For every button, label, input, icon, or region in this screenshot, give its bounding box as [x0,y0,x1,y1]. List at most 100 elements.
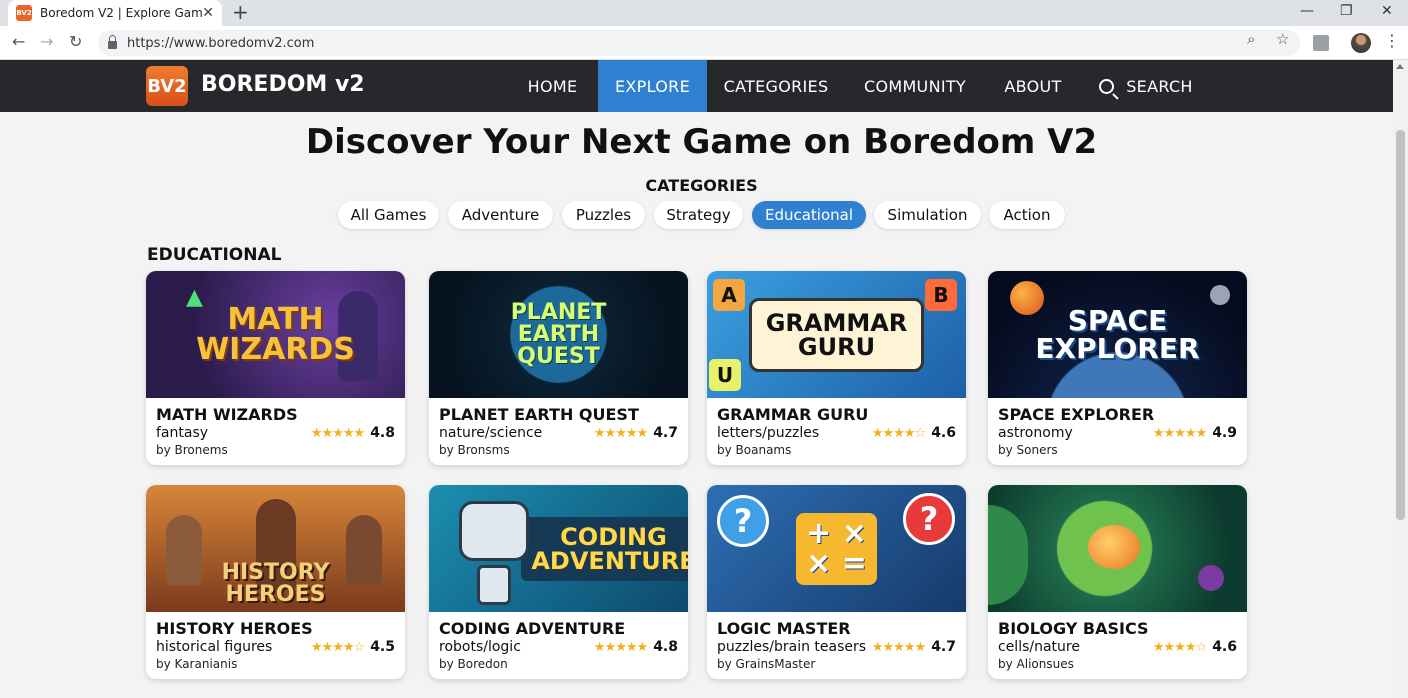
browser-tab[interactable]: BV2 Boredom V2 | Explore Games ✕ [8,0,222,26]
url-text: https://www.boredomv2.com [127,35,315,51]
robot-body-icon [477,565,511,605]
category-adventure[interactable]: Adventure [448,201,553,229]
game-author: by Boanams [717,443,792,457]
new-tab-icon[interactable]: + [232,2,249,22]
game-genre: fantasy [156,425,209,441]
letter-tile-b: B [925,279,957,311]
moon-icon [1210,285,1230,305]
close-tab-icon[interactable]: ✕ [202,5,214,21]
game-rating: ★★★★★ 4.8 [311,425,395,441]
game-card-logic-master[interactable]: ? ? + × × = LOGIC MASTER puzzles/brain t… [707,485,966,679]
question-bubble-icon: ? [717,495,769,547]
game-thumbnail[interactable]: HISTORY HEROES [146,485,405,612]
nav-explore[interactable]: EXPLORE [598,60,707,112]
hero-figure [166,515,202,585]
question-bubble-icon: ? [903,493,955,545]
robot-icon [459,501,529,561]
scroll-up-icon[interactable] [1396,64,1404,69]
profile-avatar[interactable] [1351,33,1371,53]
game-genre: letters/puzzles [717,425,820,441]
rating-score: 4.7 [931,639,956,655]
game-card-math-wizards[interactable]: ▲ MATH WIZARDS MATH WIZARDS fantasy by B… [146,271,405,465]
address-bar[interactable]: https://www.boredomv2.com [98,30,1300,56]
game-thumbnail[interactable]: A B U GRAMMAR GURU [707,271,966,398]
game-genre: astronomy [998,425,1073,441]
close-window-icon[interactable]: ✕ [1381,3,1393,19]
category-action[interactable]: Action [989,201,1065,229]
game-thumbnail[interactable]: PLANET EARTH QUEST [429,271,688,398]
thumbnail-title: HISTORY HEROES [221,559,330,607]
site-header: BV2 BOREDOM v2 HOME EXPLORE CATEGORIES C… [0,60,1393,112]
rating-score: 4.7 [653,425,678,441]
sun-planet-icon [1010,281,1044,315]
category-all-games[interactable]: All Games [338,201,439,229]
game-thumbnail[interactable]: ? ? + × × = [707,485,966,612]
game-title: MATH WIZARDS [156,405,298,424]
game-thumbnail[interactable]: CODING ADVENTURE [429,485,688,612]
category-strategy[interactable]: Strategy [654,201,743,229]
game-thumbnail[interactable] [988,485,1247,612]
browser-toolbar: ← → ↻ https://www.boredomv2.com ⌕ ☆ ⋮ [0,26,1408,60]
nav-home[interactable]: HOME [507,60,598,112]
game-card-grammar-guru[interactable]: A B U GRAMMAR GURU GRAMMAR GURU letters/… [707,271,966,465]
hero-figure [346,515,382,585]
game-title: PLANET EARTH QUEST [439,405,639,424]
game-card-planet-earth-quest[interactable]: PLANET EARTH QUEST PLANET EARTH QUEST na… [429,271,688,465]
game-rating: ★★★★★ 4.7 [594,425,678,441]
thumbnail-title: GRAMMAR GURU [748,297,925,372]
game-genre: puzzles/brain teasers [717,639,867,655]
leaf-icon [988,505,1028,605]
browser-menu-icon[interactable]: ⋮ [1384,31,1400,50]
game-title: SPACE EXPLORER [998,405,1155,424]
star-rating-icon: ★★★★☆ [310,639,365,655]
game-author: by Soners [998,443,1058,457]
rating-score: 4.6 [931,425,956,441]
nav-about[interactable]: ABOUT [985,60,1081,112]
game-genre: nature/science [439,425,543,441]
category-simulation[interactable]: Simulation [874,201,981,229]
site-logo[interactable]: BV2 [146,66,188,106]
game-thumbnail[interactable]: SPACE EXPLORER [988,271,1247,398]
nav-search-label: SEARCH [1126,76,1193,96]
game-title: GRAMMAR GURU [717,405,869,424]
letter-tile-u: U [709,359,741,391]
categories-heading: CATEGORIES [645,176,758,195]
game-rating: ★★★★☆ 4.5 [311,639,395,655]
category-educational[interactable]: Educational [752,201,866,229]
back-icon[interactable]: ← [12,32,25,51]
nav-search[interactable]: SEARCH [1090,60,1202,112]
site-name[interactable]: BOREDOM v2 [201,72,365,97]
game-card-coding-adventure[interactable]: CODING ADVENTURE CODING ADVENTURE robots… [429,485,688,679]
restore-icon[interactable]: ❐ [1340,3,1353,19]
zoom-icon[interactable]: ⌕ [1247,30,1255,48]
game-thumbnail[interactable]: ▲ MATH WIZARDS [146,271,405,398]
game-card-history-heroes[interactable]: HISTORY HEROES HISTORY HEROES historical… [146,485,405,679]
game-author: by Bronsms [439,443,510,457]
game-title: CODING ADVENTURE [439,619,626,638]
star-rating-icon: ★★★★★ [593,639,648,655]
minimize-icon[interactable]: — [1300,3,1314,19]
reload-icon[interactable]: ↻ [69,32,82,51]
extension-icon[interactable] [1313,35,1329,51]
star-rating-icon: ★★★★★ [871,639,926,655]
bookmark-star-icon[interactable]: ☆ [1276,30,1289,48]
game-card-space-explorer[interactable]: SPACE EXPLORER SPACE EXPLORER astronomy … [988,271,1247,465]
nav-community[interactable]: COMMUNITY [845,60,985,112]
lock-icon [108,35,117,49]
rating-score: 4.8 [653,639,678,655]
game-genre: historical figures [156,639,273,655]
category-puzzles[interactable]: Puzzles [562,201,645,229]
browser-tab-strip: BV2 Boredom V2 | Explore Games ✕ + — ❐ ✕ [0,0,1408,26]
rating-score: 4.5 [370,639,395,655]
thumbnail-title: PLANET EARTH QUEST [510,299,607,369]
game-author: by Alionsues [998,657,1074,671]
star-rating-icon: ★★★★☆ [871,425,926,441]
game-rating: ★★★★★ 4.8 [594,639,678,655]
game-card-biology-basics[interactable]: BIOLOGY BASICS cells/nature by Alionsues… [988,485,1247,679]
thumbnail-title: SPACE EXPLORER [1035,303,1200,365]
nav-categories[interactable]: CATEGORIES [707,60,845,112]
game-genre: cells/nature [998,639,1080,655]
thumbnail-title: MATH WIZARDS [196,301,355,367]
forward-icon[interactable]: → [40,32,53,51]
game-rating: ★★★★★ 4.9 [1153,425,1237,441]
